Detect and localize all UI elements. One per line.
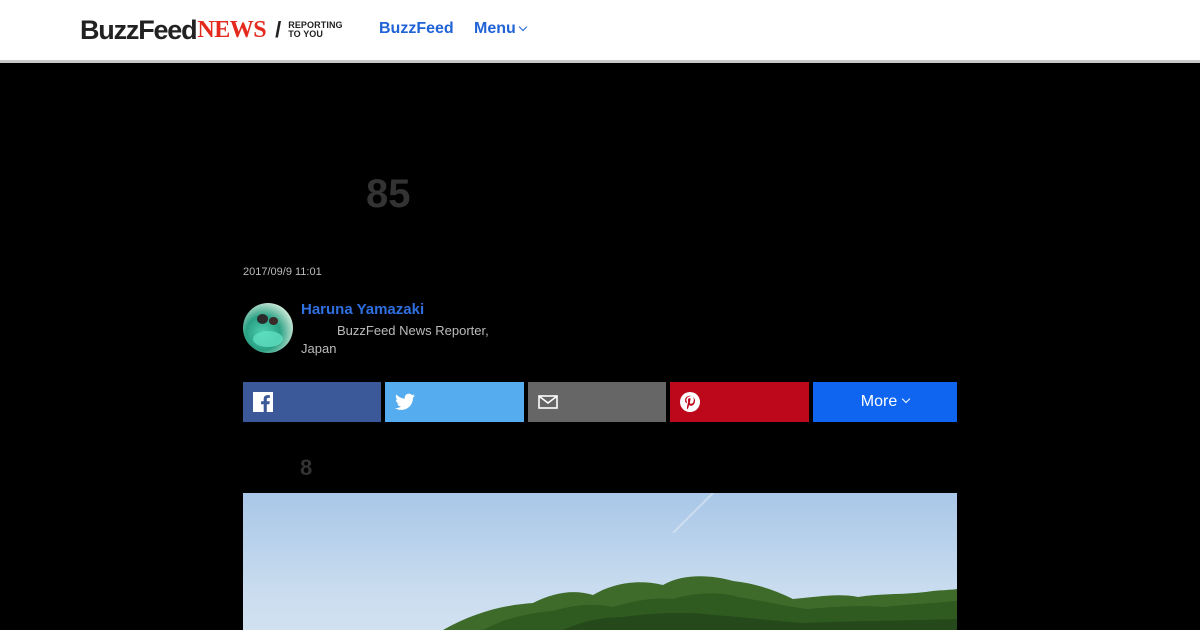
email-icon: [538, 395, 558, 409]
facebook-icon: [253, 392, 273, 412]
chevron-down-icon: [901, 394, 911, 404]
nav-buzzfeed-link[interactable]: BuzzFeed: [379, 20, 454, 38]
share-facebook-button[interactable]: [243, 382, 381, 422]
landscape-photo-illustration: [443, 493, 957, 630]
tagline-line-2: TO YOU: [288, 29, 324, 39]
top-navigation-bar: BuzzFeed NEWS / REPORTING TO YOU BuzzFee…: [0, 0, 1200, 63]
logo-slash: /: [275, 17, 282, 42]
pinterest-icon: [680, 392, 700, 412]
more-label: More: [860, 393, 898, 410]
nav-menu-label: Menu: [474, 20, 516, 37]
twitter-icon: [395, 393, 415, 411]
logo-tagline: REPORTING TO YOU: [288, 21, 342, 39]
author-avatar[interactable]: [243, 303, 293, 353]
article-timestamp: 2017/09/9 11:01: [243, 266, 322, 278]
avatar-shape: [257, 314, 268, 324]
share-twitter-button[interactable]: [385, 382, 524, 422]
buzzfeed-news-logo[interactable]: BuzzFeed NEWS / REPORTING TO YOU: [80, 14, 343, 46]
nav-menu-button[interactable]: Menu: [474, 20, 528, 38]
article-title: 85: [366, 172, 411, 216]
article-subheading: 8: [300, 455, 313, 480]
avatar-shape: [253, 331, 283, 347]
share-more-button[interactable]: More: [813, 382, 957, 422]
author-name-link[interactable]: Haruna Yamazaki: [301, 301, 424, 318]
avatar-shape: [269, 317, 278, 325]
chevron-down-icon: [518, 22, 528, 32]
author-role: BuzzFeed News Reporter, Japan: [301, 323, 489, 356]
share-email-button[interactable]: [528, 382, 666, 422]
logo-news-text: NEWS: [197, 16, 267, 43]
share-pinterest-button[interactable]: [670, 382, 809, 422]
article-photo: [243, 493, 957, 630]
logo-buzzfeed-text: BuzzFeed: [80, 14, 198, 45]
